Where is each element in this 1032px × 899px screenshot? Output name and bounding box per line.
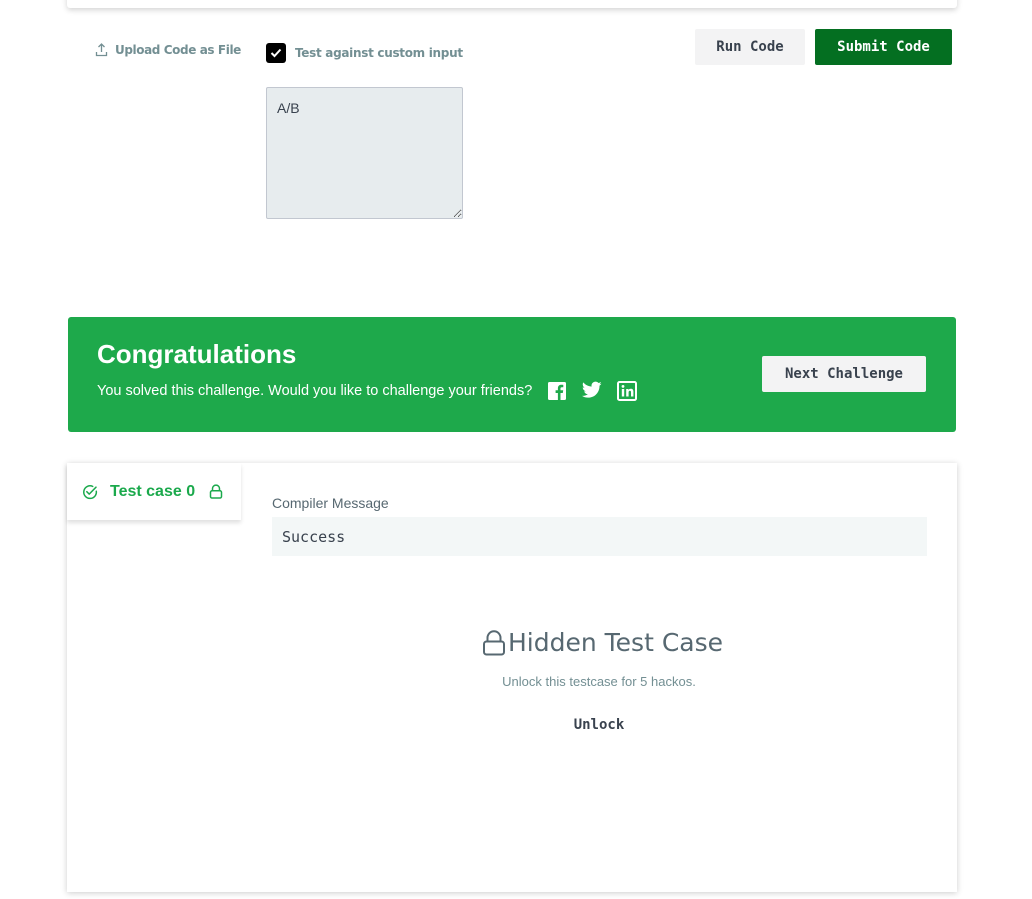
compiler-message-label: Compiler Message (272, 495, 389, 511)
tab-test-case-0[interactable]: Test case 0 (67, 463, 241, 520)
next-challenge-button[interactable]: Next Challenge (762, 356, 926, 392)
upload-label: Upload Code as File (115, 43, 241, 57)
facebook-icon[interactable] (547, 381, 567, 401)
custom-input-field[interactable]: A/B (266, 87, 463, 219)
code-editor-panel (67, 0, 957, 8)
upload-icon (95, 43, 108, 57)
hidden-test-case-subtitle: Unlock this testcase for 5 hackos. (502, 674, 696, 689)
lock-icon (483, 629, 505, 655)
submit-code-button[interactable]: Submit Code (815, 29, 952, 65)
test-case-label: Test case 0 (110, 482, 196, 500)
twitter-icon[interactable] (582, 381, 602, 401)
custom-input-toggle[interactable]: Test against custom input (266, 43, 463, 63)
custom-input-label: Test against custom input (295, 46, 463, 60)
hidden-title-text: Hidden Test Case (508, 628, 724, 657)
lock-icon (209, 484, 223, 499)
congrats-subtitle: You solved this challenge. Would you lik… (97, 383, 533, 399)
hidden-test-case-title: Hidden Test Case (482, 628, 723, 657)
checkmark-icon (270, 48, 282, 58)
upload-code-button[interactable]: Upload Code as File (95, 43, 241, 57)
unlock-button[interactable]: Unlock (549, 711, 649, 739)
custom-input-checkbox[interactable] (266, 43, 286, 63)
test-results-panel: Test case 0 Compiler Message Success Hid… (67, 463, 957, 892)
congrats-banner: Congratulations You solved this challeng… (68, 317, 956, 432)
success-check-icon (83, 484, 98, 499)
run-code-button[interactable]: Run Code (695, 29, 805, 65)
congrats-title: Congratulations (97, 339, 297, 369)
linkedin-icon[interactable] (617, 381, 637, 401)
compiler-message-output: Success (272, 517, 927, 556)
